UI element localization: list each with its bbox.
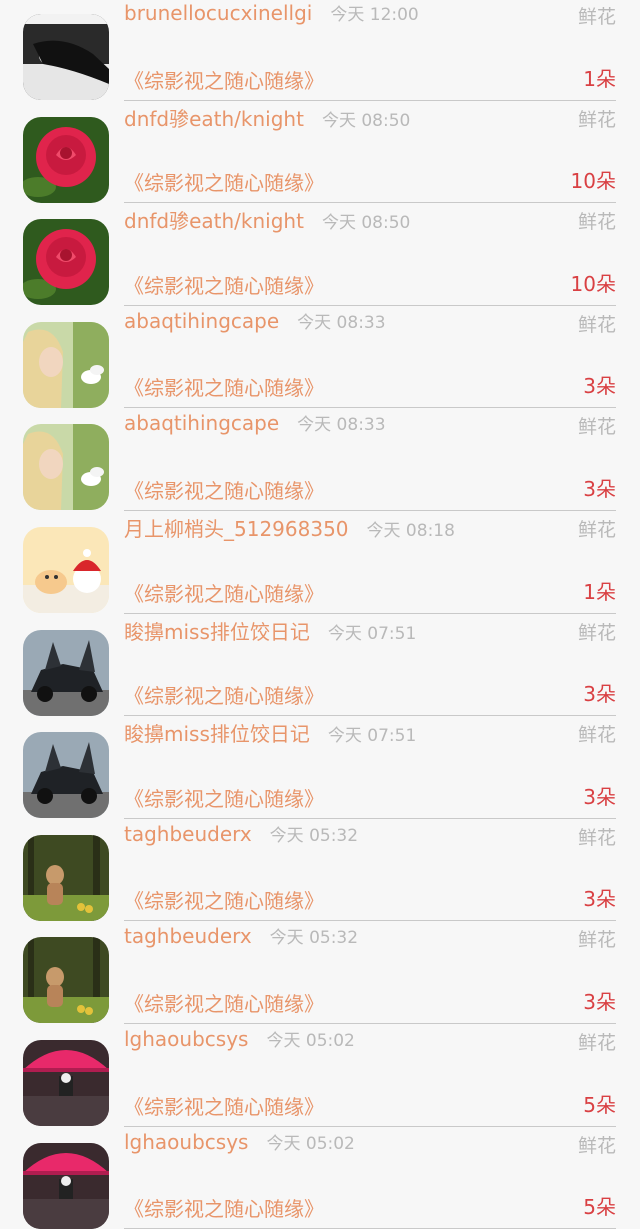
sports-car-avatar[interactable]	[23, 629, 109, 716]
record-content: 睃擤miss排位饺日记 今天 07:51 鲜花 《综影视之随心随缘》 3朵	[124, 716, 616, 819]
list-item[interactable]: abaqtihingcape 今天 08:33 鲜花 《综影视之随心随缘》 3朵	[0, 306, 640, 409]
child-forest-avatar[interactable]	[23, 834, 109, 921]
timestamp: 今天 08:50	[321, 213, 411, 234]
list-item[interactable]: taghbeuderx 今天 05:32 鲜花 《综影视之随心随缘》 3朵	[0, 921, 640, 1024]
blonde-woman-avatar[interactable]	[23, 424, 109, 511]
gift-count: 5朵	[583, 1092, 616, 1117]
gift-type-label: 鲜花	[577, 826, 616, 849]
timestamp: 今天 05:32	[269, 928, 359, 949]
gift-count: 10朵	[570, 169, 616, 194]
novel-title-link[interactable]: 《综影视之随心随缘》	[124, 783, 324, 812]
novel-title-link[interactable]: 《综影视之随心随缘》	[124, 885, 324, 914]
cartoon-cats-avatar[interactable]	[23, 526, 109, 613]
username[interactable]: 睃擤miss排位饺日记	[124, 718, 310, 747]
bw-photo-avatar[interactable]	[23, 14, 109, 100]
red-umbrella-avatar[interactable]	[23, 1039, 109, 1126]
list-item[interactable]: abaqtihingcape 今天 08:33 鲜花 《综影视之随心随缘》 3朵	[0, 408, 640, 511]
red-umbrella-avatar[interactable]	[23, 1142, 109, 1229]
timestamp: 今天 08:18	[366, 520, 455, 541]
gift-type-label: 鲜花	[577, 518, 616, 541]
gift-type-label: 鲜花	[577, 1134, 616, 1157]
list-item[interactable]: lghaoubcsys 今天 05:02 鲜花 《综影视之随心随缘》 5朵	[0, 1127, 640, 1229]
gift-type-label: 鲜花	[577, 108, 616, 131]
username[interactable]: 睃擤miss排位饺日记	[124, 616, 310, 645]
list-item[interactable]: 睃擤miss排位饺日记 今天 07:51 鲜花 《综影视之随心随缘》 3朵	[0, 614, 640, 717]
list-item[interactable]: 月上柳梢头_512968350 今天 08:18 鲜花 《综影视之随心随缘》 1…	[0, 511, 640, 614]
list-item[interactable]: dnfd骖eath/knight 今天 08:50 鲜花 《综影视之随心随缘》 …	[0, 203, 640, 306]
record-content: lghaoubcsys 今天 05:02 鲜花 《综影视之随心随缘》 5朵	[124, 1024, 616, 1127]
gift-type-label: 鲜花	[577, 1031, 616, 1054]
sports-car-avatar[interactable]	[23, 732, 109, 819]
username[interactable]: taghbeuderx	[124, 924, 252, 948]
gift-count: 1朵	[583, 66, 616, 91]
gift-count: 3朵	[583, 374, 616, 399]
gift-type-label: 鲜花	[577, 313, 616, 336]
list-item[interactable]: taghbeuderx 今天 05:32 鲜花 《综影视之随心随缘》 3朵	[0, 819, 640, 922]
gift-count: 3朵	[583, 887, 616, 912]
list-item[interactable]: 睃擤miss排位饺日记 今天 07:51 鲜花 《综影视之随心随缘》 3朵	[0, 716, 640, 819]
novel-title-link[interactable]: 《综影视之随心随缘》	[124, 1193, 324, 1222]
username[interactable]: dnfd骖eath/knight	[124, 103, 304, 132]
rose-avatar[interactable]	[23, 116, 109, 203]
gift-count: 3朵	[583, 476, 616, 501]
username[interactable]: abaqtihingcape	[124, 411, 279, 435]
gift-type-label: 鲜花	[577, 929, 616, 952]
username[interactable]: lghaoubcsys	[124, 1027, 248, 1051]
username[interactable]: abaqtihingcape	[124, 309, 279, 333]
gift-type-label: 鲜花	[577, 416, 616, 439]
timestamp: 今天 05:32	[269, 825, 359, 846]
gift-type-label: 鲜花	[577, 211, 616, 234]
novel-title-link[interactable]: 《综影视之随心随缘》	[124, 270, 324, 299]
gift-count: 3朵	[583, 784, 616, 809]
gift-count: 3朵	[583, 989, 616, 1014]
gift-type-label: 鲜花	[577, 6, 616, 28]
novel-title-link[interactable]: 《综影视之随心随缘》	[124, 167, 324, 196]
record-content: dnfd骖eath/knight 今天 08:50 鲜花 《综影视之随心随缘》 …	[124, 101, 616, 204]
username[interactable]: lghaoubcsys	[124, 1130, 248, 1154]
record-content: brunellocucxinellgi 今天 12:00 鲜花 《综影视之随心随…	[124, 0, 616, 101]
novel-title-link[interactable]: 《综影视之随心随缘》	[124, 372, 324, 401]
timestamp: 今天 08:33	[297, 312, 386, 333]
gift-type-label: 鲜花	[577, 724, 616, 747]
novel-title-link[interactable]: 《综影视之随心随缘》	[124, 988, 324, 1017]
gift-record-list: brunellocucxinellgi 今天 12:00 鲜花 《综影视之随心随…	[0, 0, 640, 1229]
record-content: lghaoubcsys 今天 05:02 鲜花 《综影视之随心随缘》 5朵	[124, 1127, 616, 1229]
list-item[interactable]: lghaoubcsys 今天 05:02 鲜花 《综影视之随心随缘》 5朵	[0, 1024, 640, 1127]
timestamp: 今天 12:00	[330, 5, 419, 25]
novel-title-link[interactable]: 《综影视之随心随缘》	[124, 65, 324, 94]
novel-title-link[interactable]: 《综影视之随心随缘》	[124, 475, 324, 504]
novel-title-link[interactable]: 《综影视之随心随缘》	[124, 578, 324, 607]
record-content: abaqtihingcape 今天 08:33 鲜花 《综影视之随心随缘》 3朵	[124, 408, 616, 511]
timestamp: 今天 08:50	[321, 110, 411, 131]
timestamp: 今天 07:51	[327, 623, 417, 644]
record-content: 睃擤miss排位饺日记 今天 07:51 鲜花 《综影视之随心随缘》 3朵	[124, 614, 616, 717]
username[interactable]: 月上柳梢头_512968350	[124, 513, 349, 542]
blonde-woman-avatar[interactable]	[23, 321, 109, 408]
username[interactable]: dnfd骖eath/knight	[124, 205, 304, 234]
timestamp: 今天 05:02	[266, 1133, 355, 1154]
gift-count: 10朵	[570, 271, 616, 296]
child-forest-avatar[interactable]	[23, 937, 109, 1024]
list-item[interactable]: dnfd骖eath/knight 今天 08:50 鲜花 《综影视之随心随缘》 …	[0, 101, 640, 204]
record-content: abaqtihingcape 今天 08:33 鲜花 《综影视之随心随缘》 3朵	[124, 306, 616, 409]
record-content: dnfd骖eath/knight 今天 08:50 鲜花 《综影视之随心随缘》 …	[124, 203, 616, 306]
record-content: taghbeuderx 今天 05:32 鲜花 《综影视之随心随缘》 3朵	[124, 819, 616, 922]
username[interactable]: taghbeuderx	[124, 822, 252, 846]
gift-count: 1朵	[583, 579, 616, 604]
record-content: taghbeuderx 今天 05:32 鲜花 《综影视之随心随缘》 3朵	[124, 921, 616, 1024]
record-content: 月上柳梢头_512968350 今天 08:18 鲜花 《综影视之随心随缘》 1…	[124, 511, 616, 614]
list-item[interactable]: brunellocucxinellgi 今天 12:00 鲜花 《综影视之随心随…	[0, 0, 640, 101]
novel-title-link[interactable]: 《综影视之随心随缘》	[124, 1091, 324, 1120]
rose-avatar[interactable]	[23, 219, 109, 306]
novel-title-link[interactable]: 《综影视之随心随缘》	[124, 680, 324, 709]
timestamp: 今天 07:51	[327, 726, 417, 747]
timestamp: 今天 08:33	[297, 415, 386, 436]
gift-count: 5朵	[583, 1195, 616, 1220]
gift-count: 3朵	[583, 682, 616, 707]
timestamp: 今天 05:02	[266, 1030, 355, 1051]
username[interactable]: brunellocucxinellgi	[124, 1, 312, 25]
gift-type-label: 鲜花	[577, 621, 616, 644]
